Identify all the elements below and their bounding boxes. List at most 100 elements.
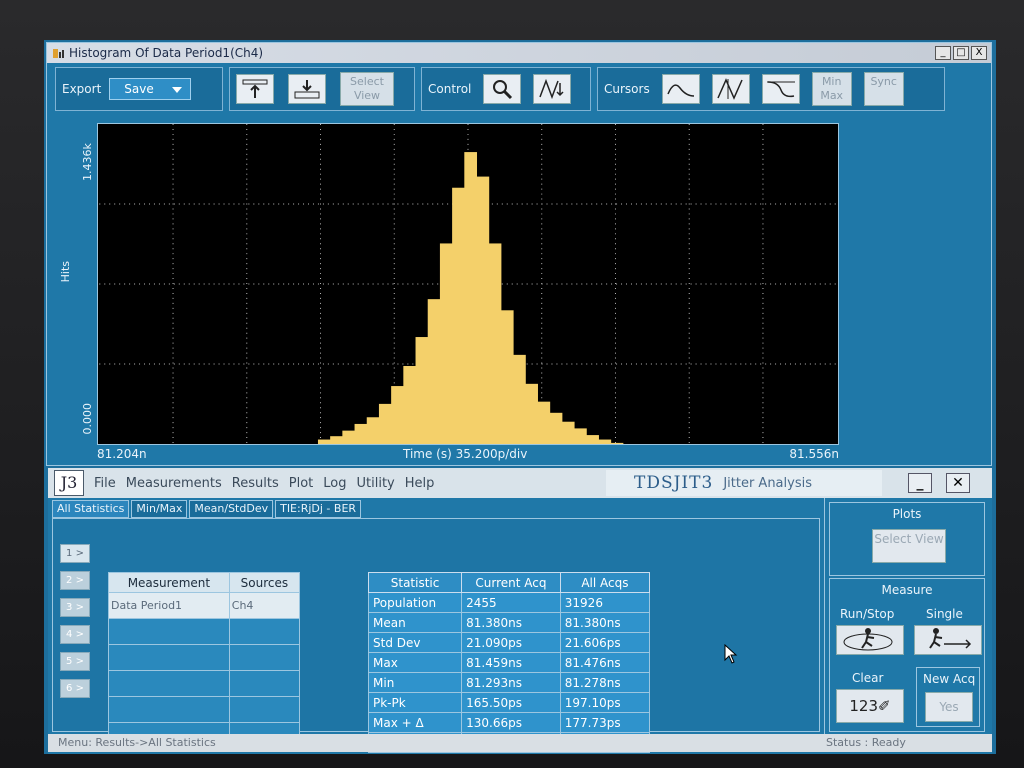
tab-tie-rjdj-ber[interactable]: TIE:RjDj - BER: [275, 500, 362, 518]
table-row[interactable]: [108, 670, 301, 697]
current-acq-cell: 130.66ps: [461, 712, 561, 733]
pan-button[interactable]: [533, 74, 572, 104]
new-acq-label: New Acq: [923, 672, 976, 686]
menu-plot[interactable]: Plot: [289, 476, 314, 491]
zoom-button[interactable]: [483, 74, 522, 104]
current-acq-cell: 81.380ns: [461, 612, 561, 633]
run-stop-button[interactable]: [836, 625, 904, 655]
j3-minimize-button[interactable]: _: [908, 473, 932, 493]
histogram-bar: [354, 423, 368, 444]
tab-all-statistics[interactable]: All Statistics: [52, 500, 130, 518]
table-row[interactable]: [108, 696, 301, 723]
status-menu-path: Menu: Results->All Statistics: [58, 736, 216, 749]
source-cell[interactable]: [228, 618, 301, 645]
cursor-horizontal-button[interactable]: [761, 74, 800, 104]
table-row: Max + Δ 130.66ps 177.73ps: [367, 712, 651, 733]
histogram-bar: [378, 403, 392, 444]
horizontal-cursor-icon: [766, 81, 795, 98]
plots-label: Plots: [892, 507, 922, 521]
column-header-statistic: Statistic: [367, 572, 463, 593]
plots-box: Plots Select View: [829, 502, 985, 576]
single-button[interactable]: [914, 625, 982, 655]
source-cell[interactable]: Ch4: [228, 592, 301, 619]
histogram-bar: [439, 243, 453, 444]
vertical-cursor-icon: [717, 78, 743, 100]
measure-label: Measure: [881, 583, 933, 597]
table-row[interactable]: Data Period1 Ch4: [108, 592, 301, 619]
row-select-button[interactable]: 3 >: [60, 598, 90, 617]
window-controls: _ □ X: [935, 46, 987, 60]
measure-box: Measure Run/Stop Single Clear 123✐ New A…: [829, 578, 985, 732]
measurement-cell[interactable]: [108, 618, 230, 645]
column-header-measurement[interactable]: Measurement: [108, 572, 230, 593]
row-select-button[interactable]: 6 >: [60, 679, 90, 698]
histogram-bar: [366, 417, 380, 444]
measurement-cell[interactable]: [108, 644, 230, 671]
x-axis-min-label: 81.204n: [97, 447, 147, 461]
view-group: Select View: [229, 67, 415, 111]
row-select-button[interactable]: 4 >: [60, 625, 90, 644]
brand-name: TDSJIT3: [634, 473, 714, 493]
measurement-cell[interactable]: [108, 696, 230, 723]
row-select-button[interactable]: 1 >: [60, 544, 90, 563]
histogram-bar: [464, 152, 478, 444]
tab-min-max[interactable]: Min/Max: [131, 500, 188, 518]
menu-measurements[interactable]: Measurements: [126, 476, 222, 491]
statistic-cell: Max: [367, 652, 463, 673]
source-cell[interactable]: [228, 696, 301, 723]
menu-help[interactable]: Help: [405, 476, 435, 491]
cursor-waveform-button[interactable]: [661, 74, 700, 104]
menu-utility[interactable]: Utility: [357, 476, 395, 491]
histogram-bar: [427, 299, 441, 444]
measurement-table: Measurement Sources Data Period1 Ch4: [108, 572, 301, 749]
select-view-button[interactable]: Select View: [340, 72, 394, 106]
export-group: Export Save: [55, 67, 223, 111]
current-acq-cell: 81.459ns: [461, 652, 561, 673]
measurement-cell[interactable]: Data Period1: [108, 592, 230, 619]
new-acq-box: New Acq Yes: [916, 667, 980, 727]
x-axis-title: Time (s) 35.200p/div: [403, 447, 528, 461]
all-acqs-cell: 81.380ns: [559, 612, 651, 633]
waveform-pan-icon: [539, 78, 564, 100]
cursor-vertical-button[interactable]: [711, 74, 750, 104]
clear-button[interactable]: 123✐: [836, 689, 904, 723]
menu-file[interactable]: File: [94, 476, 116, 491]
table-row: Max 81.459ns 81.476ns: [367, 652, 651, 673]
menu-results[interactable]: Results: [232, 476, 279, 491]
statistic-cell: Min: [367, 672, 463, 693]
sync-button[interactable]: Sync: [863, 72, 904, 106]
histogram-title-bar[interactable]: Histogram Of Data Period1(Ch4) _ □ X: [47, 43, 991, 63]
j3-close-button[interactable]: ✕: [946, 473, 970, 493]
all-acqs-cell: 31926: [559, 592, 651, 613]
maximize-button[interactable]: □: [953, 46, 969, 60]
tab-mean-stddev[interactable]: Mean/StdDev: [189, 500, 274, 518]
brand-tagline: Jitter Analysis: [723, 475, 812, 491]
save-dropdown[interactable]: Save: [109, 78, 192, 100]
column-header-sources[interactable]: Sources: [228, 572, 301, 593]
table-row[interactable]: [108, 644, 301, 671]
source-cell[interactable]: [228, 670, 301, 697]
source-cell[interactable]: [228, 644, 301, 671]
menu-bar: J3 File Measurements Results Plot Log Ut…: [48, 468, 992, 498]
table-row: Pk-Pk 165.50ps 197.10ps: [367, 692, 651, 713]
row-select-button[interactable]: 2 >: [60, 571, 90, 590]
minimize-button[interactable]: _: [935, 46, 951, 60]
measurement-cell[interactable]: [108, 670, 230, 697]
y-axis-max-label: 1.436k: [81, 143, 94, 181]
app-icon: [53, 49, 64, 58]
close-button[interactable]: X: [971, 46, 987, 60]
zoom-out-view-button[interactable]: [236, 74, 274, 104]
histogram-plot[interactable]: [97, 123, 839, 445]
row-select-button[interactable]: 5 >: [60, 652, 90, 671]
new-acq-yes-button[interactable]: Yes: [925, 692, 973, 722]
expand-view-icon: [242, 79, 268, 98]
zoom-in-view-button[interactable]: [288, 74, 326, 104]
min-max-button[interactable]: Min Max: [811, 72, 852, 106]
plots-select-view-button[interactable]: Select View: [872, 529, 946, 563]
histogram-toolbar: Export Save Select View Control Cursors …: [55, 67, 951, 111]
all-acqs-cell: 177.73ps: [559, 712, 651, 733]
current-acq-cell: 2455: [461, 592, 561, 613]
all-acqs-cell: 197.10ps: [559, 692, 651, 713]
table-row[interactable]: [108, 618, 301, 645]
menu-log[interactable]: Log: [323, 476, 346, 491]
